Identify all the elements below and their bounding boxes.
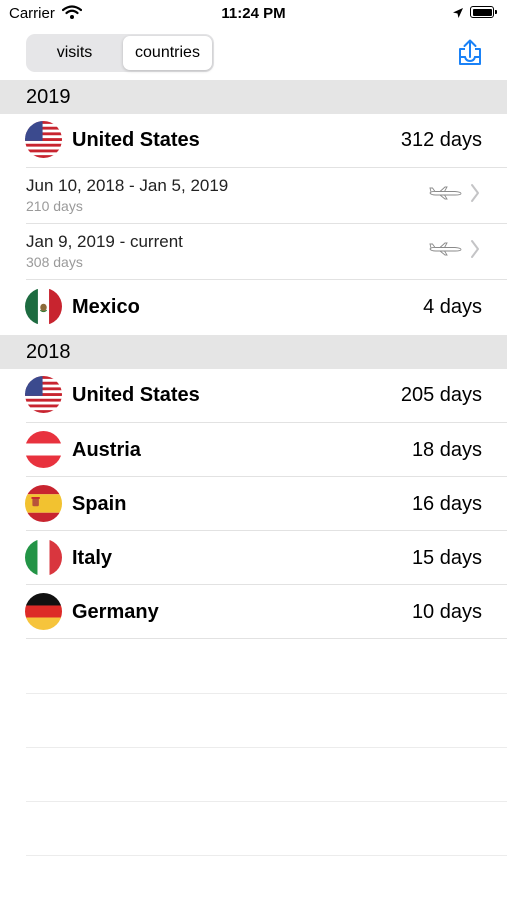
country-row-united-states[interactable]: United States 312 days (0, 114, 507, 168)
battery-icon (470, 6, 494, 18)
visit-dates: Jan 9, 2019 - current (26, 232, 183, 251)
chevron-right-icon (470, 239, 480, 264)
country-days: 15 days (411, 547, 482, 569)
row-separator (26, 638, 507, 639)
visit-row[interactable]: Jan 9, 2019 - current 308 days (0, 224, 507, 280)
italy-flag-icon (25, 539, 62, 576)
country-name: Spain (72, 493, 127, 515)
country-name: United States (72, 129, 200, 151)
empty-row-separator (26, 747, 507, 748)
section-header-2019: 2019 (0, 80, 507, 114)
battery-tip (495, 10, 497, 14)
country-name: Mexico (72, 296, 140, 318)
country-name: Austria (72, 439, 141, 461)
visit-duration: 210 days (26, 198, 83, 214)
segmented-control: visits countries (26, 34, 214, 72)
empty-row-separator (26, 801, 507, 802)
location-arrow-icon (452, 6, 464, 24)
germany-flag-icon (25, 593, 62, 630)
empty-row-separator (26, 855, 507, 856)
country-row-spain[interactable]: Spain 16 days (0, 477, 507, 531)
country-row-germany[interactable]: Germany 10 days (0, 585, 507, 639)
country-days: 10 days (411, 601, 482, 623)
share-icon[interactable] (456, 39, 484, 72)
section-year: 2018 (26, 341, 71, 363)
visits-segment[interactable]: visits (28, 36, 121, 70)
country-row-mexico[interactable]: Mexico 4 days (0, 280, 507, 334)
airplane-icon (428, 186, 462, 205)
visit-dates: Jun 10, 2018 - Jan 5, 2019 (26, 176, 229, 195)
countries-segment[interactable]: countries (123, 36, 212, 70)
country-row-united-states[interactable]: United States 205 days (0, 369, 507, 423)
country-days: 4 days (423, 296, 482, 318)
status-bar: Carrier 11:24 PM (0, 0, 507, 28)
country-days: 205 days (400, 384, 482, 406)
section-year: 2019 (26, 86, 71, 108)
visit-row[interactable]: Jun 10, 2018 - Jan 5, 2019 210 days (0, 168, 507, 224)
chevron-right-icon (470, 183, 480, 208)
austria-flag-icon (25, 431, 62, 468)
mexico-flag-icon (25, 288, 62, 325)
country-days: 18 days (411, 439, 482, 461)
country-days: 16 days (411, 493, 482, 515)
visit-duration: 308 days (26, 254, 83, 270)
empty-row-separator (26, 693, 507, 694)
airplane-icon (428, 242, 462, 261)
country-name: Italy (72, 547, 113, 569)
country-name: United States (72, 384, 200, 406)
country-row-italy[interactable]: Italy 15 days (0, 531, 507, 585)
us-flag-icon (25, 121, 62, 158)
status-time: 11:24 PM (221, 5, 286, 22)
us-flag-icon (25, 376, 62, 413)
section-header-2018: 2018 (0, 335, 507, 369)
country-row-austria[interactable]: Austria 18 days (0, 423, 507, 477)
spain-flag-icon (25, 485, 62, 522)
country-name: Germany (72, 601, 159, 623)
country-days: 312 days (400, 129, 482, 151)
